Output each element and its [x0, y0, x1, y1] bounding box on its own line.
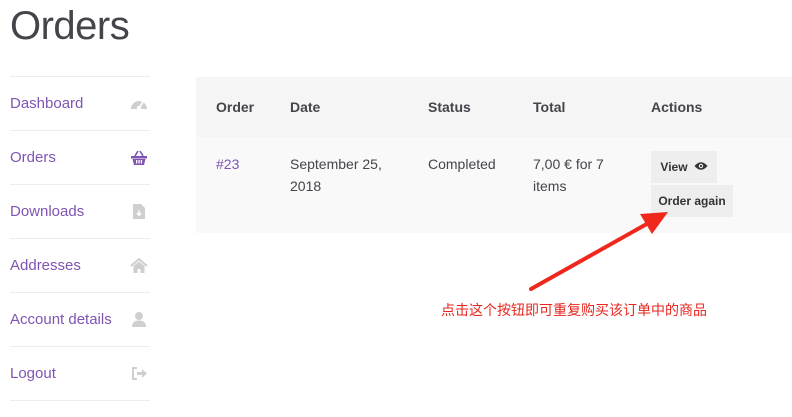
basket-icon [128, 147, 150, 169]
sidebar-item-label: Addresses [10, 257, 81, 274]
sidebar-item-downloads[interactable]: Downloads [10, 184, 150, 238]
order-actions: View Order again [651, 151, 741, 221]
sidebar-item-orders[interactable]: Orders [10, 130, 150, 184]
view-order-button[interactable]: View [651, 151, 717, 183]
sidebar-item-label: Dashboard [10, 95, 84, 112]
sidebar-item-addresses[interactable]: Addresses [10, 238, 150, 292]
order-total: 7,00 € for 7 items [533, 156, 604, 194]
column-header-status: Status [428, 99, 471, 115]
order-number-link[interactable]: #23 [216, 153, 239, 175]
sidebar-item-label: Downloads [10, 203, 85, 220]
order-status: Completed [428, 156, 496, 172]
file-download-icon [128, 201, 150, 223]
sidebar-item-label: Account details [10, 311, 112, 328]
column-header-total: Total [533, 99, 566, 115]
sidebar-item-label: Orders [10, 149, 56, 166]
column-header-order: Order [216, 99, 255, 115]
table-header-row: Order Date Status Total Actions [196, 77, 792, 137]
sign-out-icon [128, 363, 150, 385]
home-icon [128, 255, 150, 277]
column-header-actions: Actions [651, 99, 703, 115]
annotation-text: 点击这个按钮即可重复购买该订单中的商品 [441, 303, 707, 319]
table-row: #23 September 25, 2018 Completed 7,00 € … [196, 137, 792, 233]
sidebar-item-label: Logout [10, 365, 56, 382]
page-title: Orders [10, 4, 130, 48]
column-header-date: Date [290, 99, 321, 115]
order-again-button[interactable]: Order again [651, 185, 733, 217]
view-button-label: View [660, 160, 688, 174]
sidebar-item-account-details[interactable]: Account details [10, 292, 150, 346]
dashboard-gauge-icon [128, 93, 150, 115]
order-date: September 25, 2018 [290, 156, 382, 194]
user-icon [128, 309, 150, 331]
eye-icon [694, 160, 708, 174]
account-navigation: Dashboard Orders Downloads Addresses Acc… [10, 76, 150, 401]
orders-table: Order Date Status Total Actions #23 Sept… [196, 77, 792, 233]
sidebar-item-dashboard[interactable]: Dashboard [10, 76, 150, 130]
sidebar-item-logout[interactable]: Logout [10, 346, 150, 401]
